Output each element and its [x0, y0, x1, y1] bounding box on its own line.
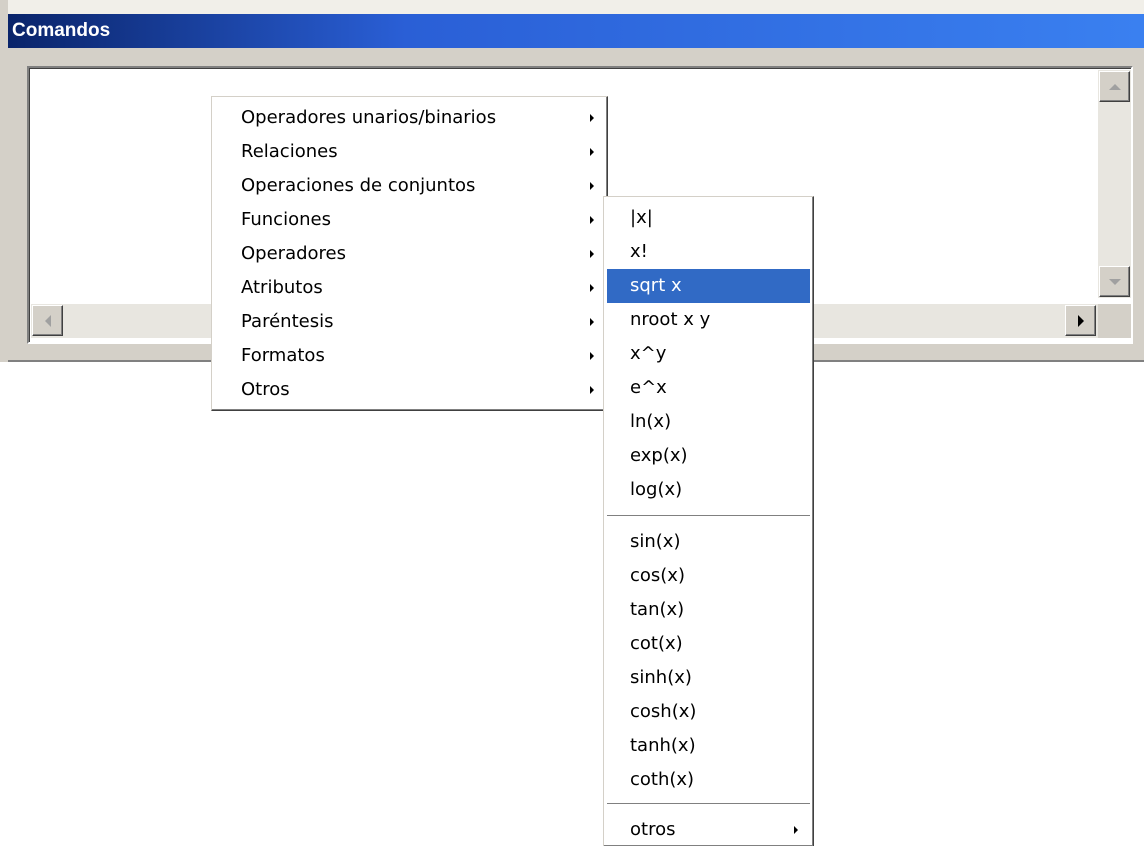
- menu-item-label: log(x): [630, 479, 683, 500]
- menu-item-ln[interactable]: ln(x): [607, 405, 810, 439]
- arrow-down-icon: [1108, 278, 1121, 285]
- menu-item-label: Relaciones: [241, 141, 338, 162]
- menu-item-label: cosh(x): [630, 701, 697, 722]
- menu-item-label: Operadores unarios/binarios: [241, 107, 497, 128]
- submenu-arrow-icon: [590, 352, 594, 360]
- submenu-arrow-icon: [590, 284, 594, 292]
- menu-item-operadores-unarios-binarios[interactable]: Operadores unarios/binarios: [215, 101, 604, 135]
- functions-submenu: |x| x! sqrt x nroot x y x^y e^x ln(x) ex…: [603, 196, 814, 846]
- menu-item-operaciones-de-conjuntos[interactable]: Operaciones de conjuntos: [215, 169, 604, 203]
- submenu-arrow-icon: [590, 318, 594, 326]
- arrow-up-icon: [1108, 83, 1121, 90]
- menu-item-label: sinh(x): [630, 667, 692, 688]
- menu-item-label: Otros: [241, 379, 290, 400]
- menu-item-cot[interactable]: cot(x): [607, 627, 810, 661]
- menu-item-label: Formatos: [241, 345, 325, 366]
- scrollbar-corner: [1098, 304, 1131, 338]
- menu-item-tanh[interactable]: tanh(x): [607, 729, 810, 763]
- menu-item-coth[interactable]: coth(x): [607, 763, 810, 797]
- submenu-arrow-icon: [590, 386, 594, 394]
- menu-item-label: otros: [630, 819, 676, 840]
- scroll-right-button[interactable]: [1065, 305, 1096, 336]
- context-menu: Operadores unarios/binarios Relaciones O…: [211, 96, 608, 411]
- window-left-edge: [0, 0, 8, 362]
- scroll-left-button[interactable]: [32, 305, 63, 336]
- submenu-arrow-icon: [590, 250, 594, 258]
- menu-item-label: sin(x): [630, 531, 681, 552]
- menu-item-label: |x|: [630, 207, 653, 228]
- menu-item-cosh[interactable]: cosh(x): [607, 695, 810, 729]
- menu-item-label: e^x: [630, 377, 667, 398]
- menu-item-factorial[interactable]: x!: [607, 235, 810, 269]
- menu-item-label: Funciones: [241, 209, 331, 230]
- menu-item-label: exp(x): [630, 445, 688, 466]
- window-title: Comandos: [12, 20, 111, 41]
- menu-item-exp-e[interactable]: e^x: [607, 371, 810, 405]
- menu-item-label: Operadores: [241, 243, 346, 264]
- submenu-arrow-icon: [590, 148, 594, 156]
- menu-item-parentesis[interactable]: Paréntesis: [215, 305, 604, 339]
- menu-item-label: cos(x): [630, 565, 685, 586]
- menu-item-abs[interactable]: |x|: [607, 201, 810, 235]
- menu-item-nroot[interactable]: nroot x y: [607, 303, 810, 337]
- menu-item-cos[interactable]: cos(x): [607, 559, 810, 593]
- menu-item-operadores[interactable]: Operadores: [215, 237, 604, 271]
- scroll-down-button[interactable]: [1099, 266, 1130, 297]
- arrow-right-icon: [1077, 314, 1084, 327]
- menu-item-sinh[interactable]: sinh(x): [607, 661, 810, 695]
- menu-item-label: tan(x): [630, 599, 685, 620]
- menu-separator: [607, 515, 810, 517]
- menu-item-power[interactable]: x^y: [607, 337, 810, 371]
- menu-item-atributos[interactable]: Atributos: [215, 271, 604, 305]
- submenu-arrow-icon: [590, 216, 594, 224]
- screen: Comandos Operadores unarios/binarios Rel…: [0, 0, 1144, 846]
- menu-item-tan[interactable]: tan(x): [607, 593, 810, 627]
- menu-separator: [607, 803, 810, 805]
- menu-item-label: Operaciones de conjuntos: [241, 175, 476, 196]
- menu-item-formatos[interactable]: Formatos: [215, 339, 604, 373]
- menu-item-log[interactable]: log(x): [607, 473, 810, 507]
- arrow-left-icon: [44, 314, 51, 327]
- menu-item-exp[interactable]: exp(x): [607, 439, 810, 473]
- window-title-bar[interactable]: Comandos: [8, 14, 1144, 48]
- submenu-arrow-icon: [590, 114, 594, 122]
- menu-item-label: coth(x): [630, 769, 695, 790]
- scroll-up-button[interactable]: [1099, 71, 1130, 102]
- menu-item-label: Paréntesis: [241, 311, 334, 332]
- menu-item-relaciones[interactable]: Relaciones: [215, 135, 604, 169]
- submenu-arrow-icon: [794, 826, 798, 834]
- vertical-scrollbar[interactable]: [1098, 70, 1131, 298]
- menu-item-label: x!: [630, 241, 648, 262]
- menu-item-otros-functions[interactable]: otros: [607, 813, 810, 846]
- menu-item-label: x^y: [630, 343, 667, 364]
- menu-item-label: sqrt x: [630, 275, 682, 296]
- menu-item-label: tanh(x): [630, 735, 696, 756]
- menu-item-sqrt[interactable]: sqrt x: [607, 269, 810, 303]
- menu-item-label: nroot x y: [630, 309, 711, 330]
- menu-item-otros[interactable]: Otros: [215, 373, 604, 407]
- menu-item-sin[interactable]: sin(x): [607, 525, 810, 559]
- menu-item-funciones[interactable]: Funciones: [215, 203, 604, 237]
- window-top-edge: [0, 0, 1144, 15]
- submenu-arrow-icon: [590, 182, 594, 190]
- menu-item-label: ln(x): [630, 411, 672, 432]
- menu-item-label: cot(x): [630, 633, 683, 654]
- menu-item-label: Atributos: [241, 277, 323, 298]
